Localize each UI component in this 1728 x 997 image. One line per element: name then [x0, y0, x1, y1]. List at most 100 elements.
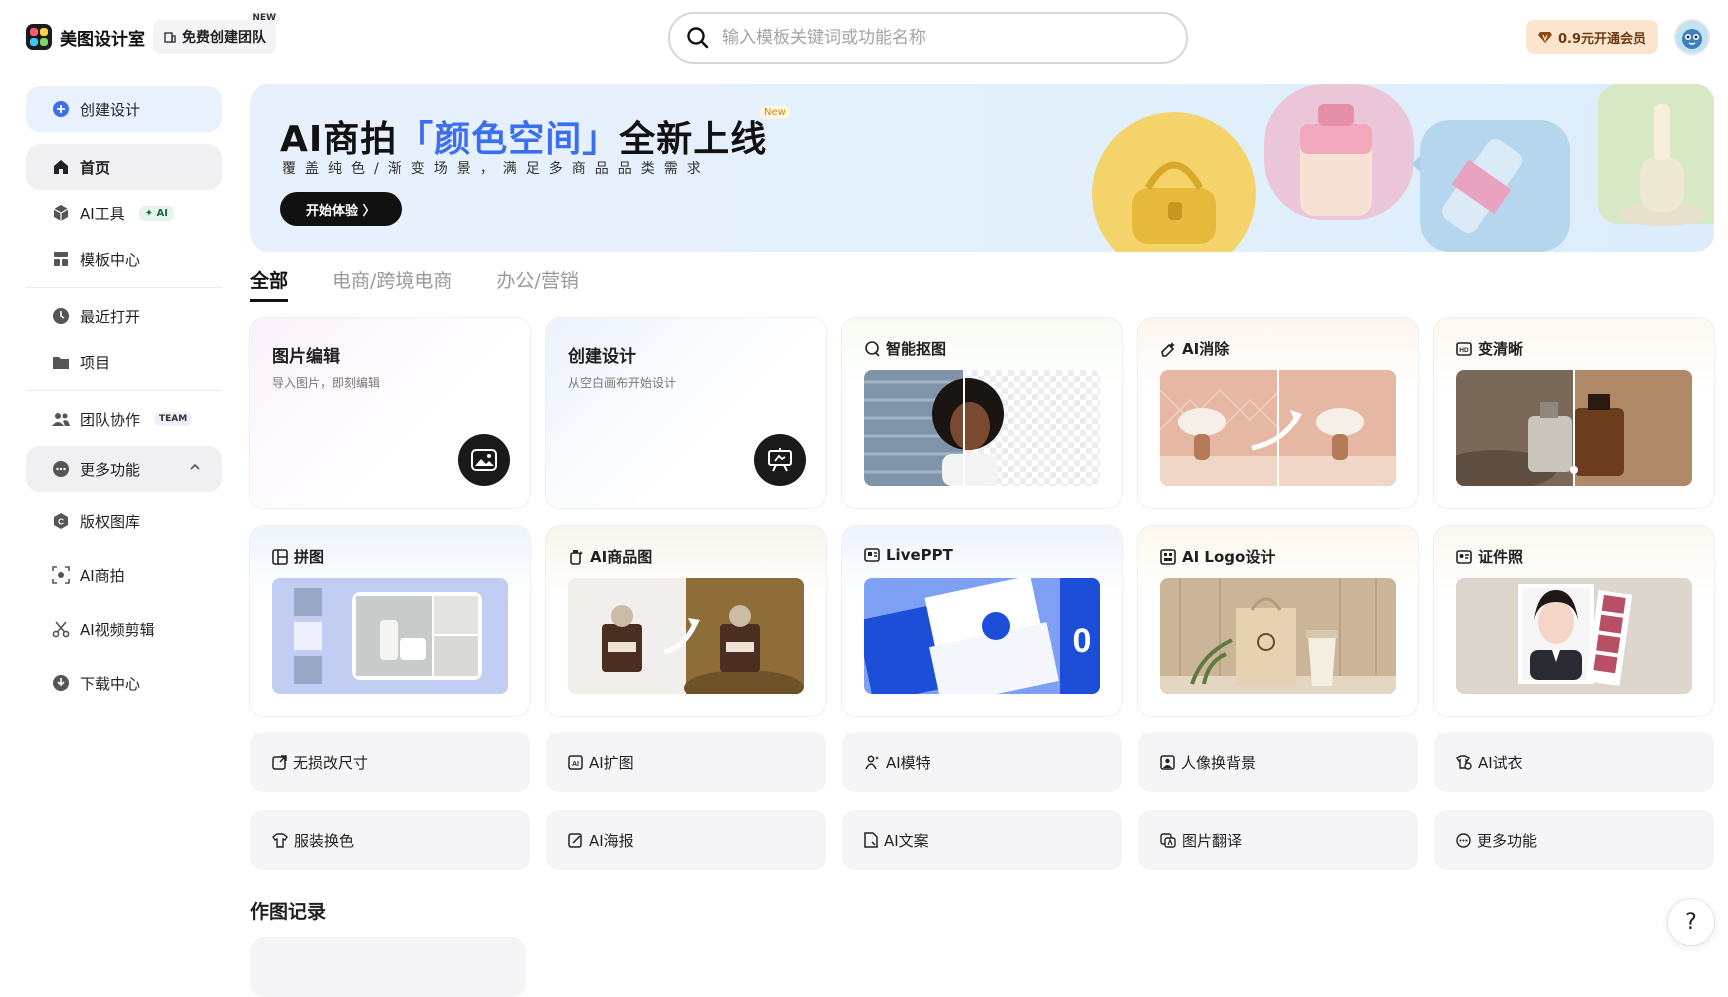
sidebar-create-design[interactable]: 创建设计 — [26, 86, 222, 132]
image-upload-icon[interactable] — [458, 434, 510, 486]
promo-banner[interactable]: AI商拍「颜色空间」全新上线 New 覆盖纯色/渐变场景，满足多商品品类需求 开… — [250, 84, 1714, 252]
sidebar-item-label: 项目 — [80, 353, 111, 372]
sidebar-item-recent[interactable]: 最近打开 — [26, 293, 222, 339]
banner-title-c: 全新上线 — [619, 119, 768, 160]
card-title: AI Logo设计 — [1160, 546, 1275, 567]
clothes-icon — [272, 832, 288, 848]
tab-ecommerce[interactable]: 电商/跨境电商 — [332, 266, 452, 302]
card-ai-remove[interactable]: AI消除 — [1138, 318, 1418, 508]
create-team-button[interactable]: 免费创建团队 NEW — [153, 12, 280, 54]
sidebar-item-label: 下载中心 — [80, 674, 141, 693]
chip-clothes-color[interactable]: 服装换色 — [250, 810, 530, 870]
sidebar-item-downloads[interactable]: 下载中心 — [26, 660, 222, 706]
app-logo[interactable]: 美图设计室 — [26, 24, 145, 50]
history-card[interactable] — [250, 937, 526, 997]
search-bar[interactable] — [668, 12, 1188, 64]
sidebar-item-label: 模板中心 — [80, 250, 141, 269]
card-image — [1456, 578, 1692, 694]
canvas-create-icon[interactable] — [754, 434, 806, 486]
chip-ai-model[interactable]: AI模特 — [842, 732, 1122, 792]
sidebar-item-label: 首页 — [80, 158, 111, 177]
card-image: 0 — [864, 578, 1100, 694]
sidebar-item-label: AI工具 — [80, 204, 125, 223]
sidebar-item-home[interactable]: 首页 — [26, 144, 222, 190]
card-ai-logo[interactable]: AI Logo设计 — [1138, 526, 1418, 716]
banner-title-highlight: 「颜色空间」 — [397, 119, 620, 160]
sidebar-item-label: 更多功能 — [80, 460, 141, 479]
chip-image-translate[interactable]: 图片翻译 — [1138, 810, 1418, 870]
diamond-icon — [1538, 32, 1552, 43]
translate-icon — [1160, 832, 1176, 848]
card-image — [272, 578, 508, 694]
card-image-edit[interactable]: 图片编辑 导入图片，即刻编辑 — [250, 318, 530, 508]
document-icon — [864, 832, 878, 848]
chip-label: AI扩图 — [589, 753, 634, 772]
sidebar-item-label: 最近打开 — [80, 307, 141, 326]
tab-office[interactable]: 办公/营销 — [496, 266, 578, 302]
template-icon — [52, 250, 70, 268]
create-team-label: 免费创建团队 — [182, 30, 266, 46]
chevron-up-icon[interactable] — [188, 460, 202, 478]
card-ai-product[interactable]: AI商品图 — [546, 526, 826, 716]
sidebar-item-ai-tools[interactable]: AI工具 ✦ AI — [26, 190, 222, 236]
collage-icon — [272, 548, 288, 565]
card-title: 图片编辑 — [272, 347, 340, 367]
banner-start-button[interactable]: 开始体验 〉 — [280, 192, 402, 226]
chip-ai-expand[interactable]: AI AI扩图 — [546, 732, 826, 792]
svg-text:AI: AI — [572, 761, 579, 768]
svg-text:HD: HD — [1459, 347, 1469, 354]
help-button[interactable]: ? — [1667, 898, 1715, 946]
scan-icon — [52, 566, 70, 584]
sidebar-item-label: AI商拍 — [80, 566, 125, 585]
expand-icon: AI — [568, 754, 583, 770]
card-title-text: AI消除 — [1182, 340, 1230, 358]
eraser-icon — [1161, 341, 1175, 357]
card-title: AI商品图 — [568, 546, 652, 567]
sidebar-item-more[interactable]: 更多功能 — [26, 446, 222, 492]
chip-portrait-bg[interactable]: 人像换背景 — [1138, 732, 1418, 792]
banner-product-illustrations — [1092, 84, 1714, 252]
top-header: 美图设计室 免费创建团队 NEW 0.9元开通会员 — [0, 0, 1728, 76]
vip-button[interactable]: 0.9元开通会员 — [1526, 20, 1659, 54]
chip-ai-poster[interactable]: AI海报 — [546, 810, 826, 870]
chip-label: AI海报 — [589, 831, 634, 850]
card-enhance[interactable]: HD 变清晰 — [1434, 318, 1714, 508]
svg-text:0: 0 — [1073, 622, 1092, 660]
chip-label: AI试衣 — [1478, 753, 1523, 772]
tab-all[interactable]: 全部 — [250, 266, 289, 302]
chip-ai-tryon[interactable]: AI试衣 — [1434, 732, 1714, 792]
sidebar-item-ai-shoot[interactable]: AI商拍 — [26, 552, 222, 598]
svg-text:C: C — [58, 518, 64, 527]
more-icon — [52, 460, 70, 478]
ppt-icon — [864, 548, 880, 562]
sidebar-item-templates[interactable]: 模板中心 — [26, 236, 222, 282]
folder-icon — [52, 353, 70, 371]
sidebar-item-projects[interactable]: 项目 — [26, 339, 222, 385]
sidebar-item-label: AI视频剪辑 — [80, 620, 155, 639]
home-icon — [52, 158, 70, 176]
card-smart-cutout[interactable]: 智能抠图 — [842, 318, 1122, 508]
card-image — [1456, 370, 1692, 486]
banner-title: AI商拍「颜色空间」全新上线 — [280, 110, 767, 162]
chip-ai-copy[interactable]: AI文案 — [842, 810, 1122, 870]
avatar[interactable] — [1674, 19, 1710, 55]
sidebar-item-stock[interactable]: C 版权图库 — [26, 498, 222, 544]
download-icon — [52, 674, 70, 692]
card-title: 创建设计 — [568, 347, 636, 367]
sidebar-item-video[interactable]: AI视频剪辑 — [26, 606, 222, 652]
chip-more[interactable]: 更多功能 — [1434, 810, 1714, 870]
hd-icon: HD — [1456, 341, 1472, 356]
chip-label: 无损改尺寸 — [293, 753, 369, 772]
card-title-text: AI Logo设计 — [1182, 548, 1276, 566]
card-create-design[interactable]: 创建设计 从空白画布开始设计 — [546, 318, 826, 508]
card-collage[interactable]: 拼图 — [250, 526, 530, 716]
scissors-icon — [52, 620, 70, 638]
sidebar-item-team[interactable]: 团队协作 TEAM — [26, 396, 222, 442]
card-liveppt[interactable]: LivePPT 0 — [842, 526, 1122, 716]
chip-resize[interactable]: 无损改尺寸 — [250, 732, 530, 792]
search-input[interactable] — [722, 28, 1142, 48]
card-id-photo[interactable]: 证件照 — [1434, 526, 1714, 716]
tryon-icon — [1456, 754, 1472, 770]
cube-icon — [52, 204, 70, 222]
app-name: 美图设计室 — [60, 29, 145, 50]
